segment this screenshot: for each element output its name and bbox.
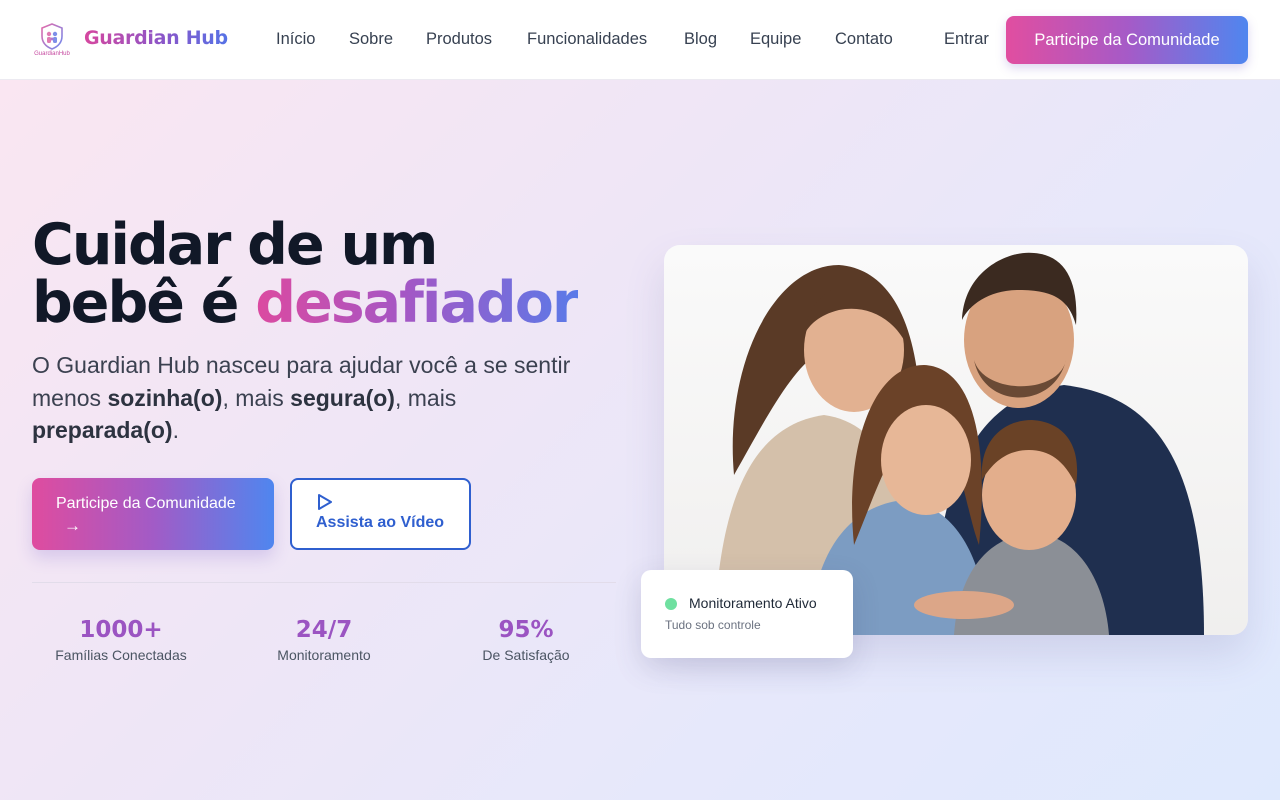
status-dot-icon	[665, 598, 677, 610]
nav-item-inicio[interactable]: Início	[276, 30, 315, 49]
watch-video-label: Assista ao Vídeo	[316, 514, 445, 531]
logo[interactable]: GuardianHub	[32, 22, 72, 60]
lead-text: , mais	[394, 384, 457, 411]
login-link[interactable]: Entrar	[944, 30, 989, 49]
play-icon	[316, 492, 469, 514]
nav-item-contato[interactable]: Contato	[835, 30, 893, 49]
arrow-right-icon: →	[64, 516, 81, 535]
headline-line-2: bebê é	[32, 270, 256, 336]
join-community-label: Participe da Comunidade	[56, 495, 236, 512]
monitoring-status-card: Monitoramento Ativo Tudo sob controle	[641, 570, 853, 658]
join-community-header-button[interactable]: Participe da Comunidade	[1006, 16, 1248, 64]
status-title: Monitoramento Ativo	[689, 595, 817, 611]
nav-item-equipe[interactable]: Equipe	[750, 30, 801, 49]
nav-item-blog[interactable]: Blog	[684, 30, 717, 49]
stat-satisfaction: 95% De Satisfação	[451, 617, 601, 663]
nav-item-funcionalidades[interactable]: Funcionalidades	[527, 30, 647, 49]
lead-bold: sozinha(o)	[107, 384, 223, 411]
stat-label: Famílias Conectadas	[55, 647, 187, 663]
stat-families: 1000+ Famílias Conectadas	[46, 617, 196, 663]
lead-text: .	[172, 417, 179, 443]
logo-caption: GuardianHub	[34, 51, 70, 57]
lead-text: , mais	[222, 384, 291, 411]
stat-label: Monitoramento	[277, 647, 371, 663]
brand-name[interactable]: Guardian Hub	[84, 27, 228, 49]
nav-item-produtos[interactable]: Produtos	[426, 30, 492, 49]
hero-lead: O Guardian Hub nasceu para ajudar você a…	[32, 349, 592, 447]
site-header: GuardianHub Guardian Hub Início Sobre Pr…	[0, 0, 1280, 80]
status-subtitle: Tudo sob controle	[665, 618, 761, 632]
lead-bold: segura(o)	[290, 384, 395, 411]
stat-monitoring: 24/7 Monitoramento	[249, 617, 399, 663]
family-shield-icon	[41, 23, 63, 50]
hero-headline: Cuidar de um bebê é desafiador	[32, 216, 632, 332]
join-community-button[interactable]: Participe da Comunidade →	[32, 478, 274, 550]
watch-video-button[interactable]: Assista ao Vídeo	[290, 478, 471, 550]
stat-value: 24/7	[295, 617, 353, 643]
stats-divider	[32, 582, 616, 583]
stat-label: De Satisfação	[482, 647, 570, 663]
headline-line-1: Cuidar de um	[32, 212, 438, 278]
lead-bold: preparada(o)	[32, 417, 173, 443]
stat-value: 1000+	[79, 617, 163, 643]
stat-value: 95%	[498, 617, 554, 643]
headline-highlight: desafiador	[255, 270, 580, 336]
nav-item-sobre[interactable]: Sobre	[349, 30, 393, 49]
